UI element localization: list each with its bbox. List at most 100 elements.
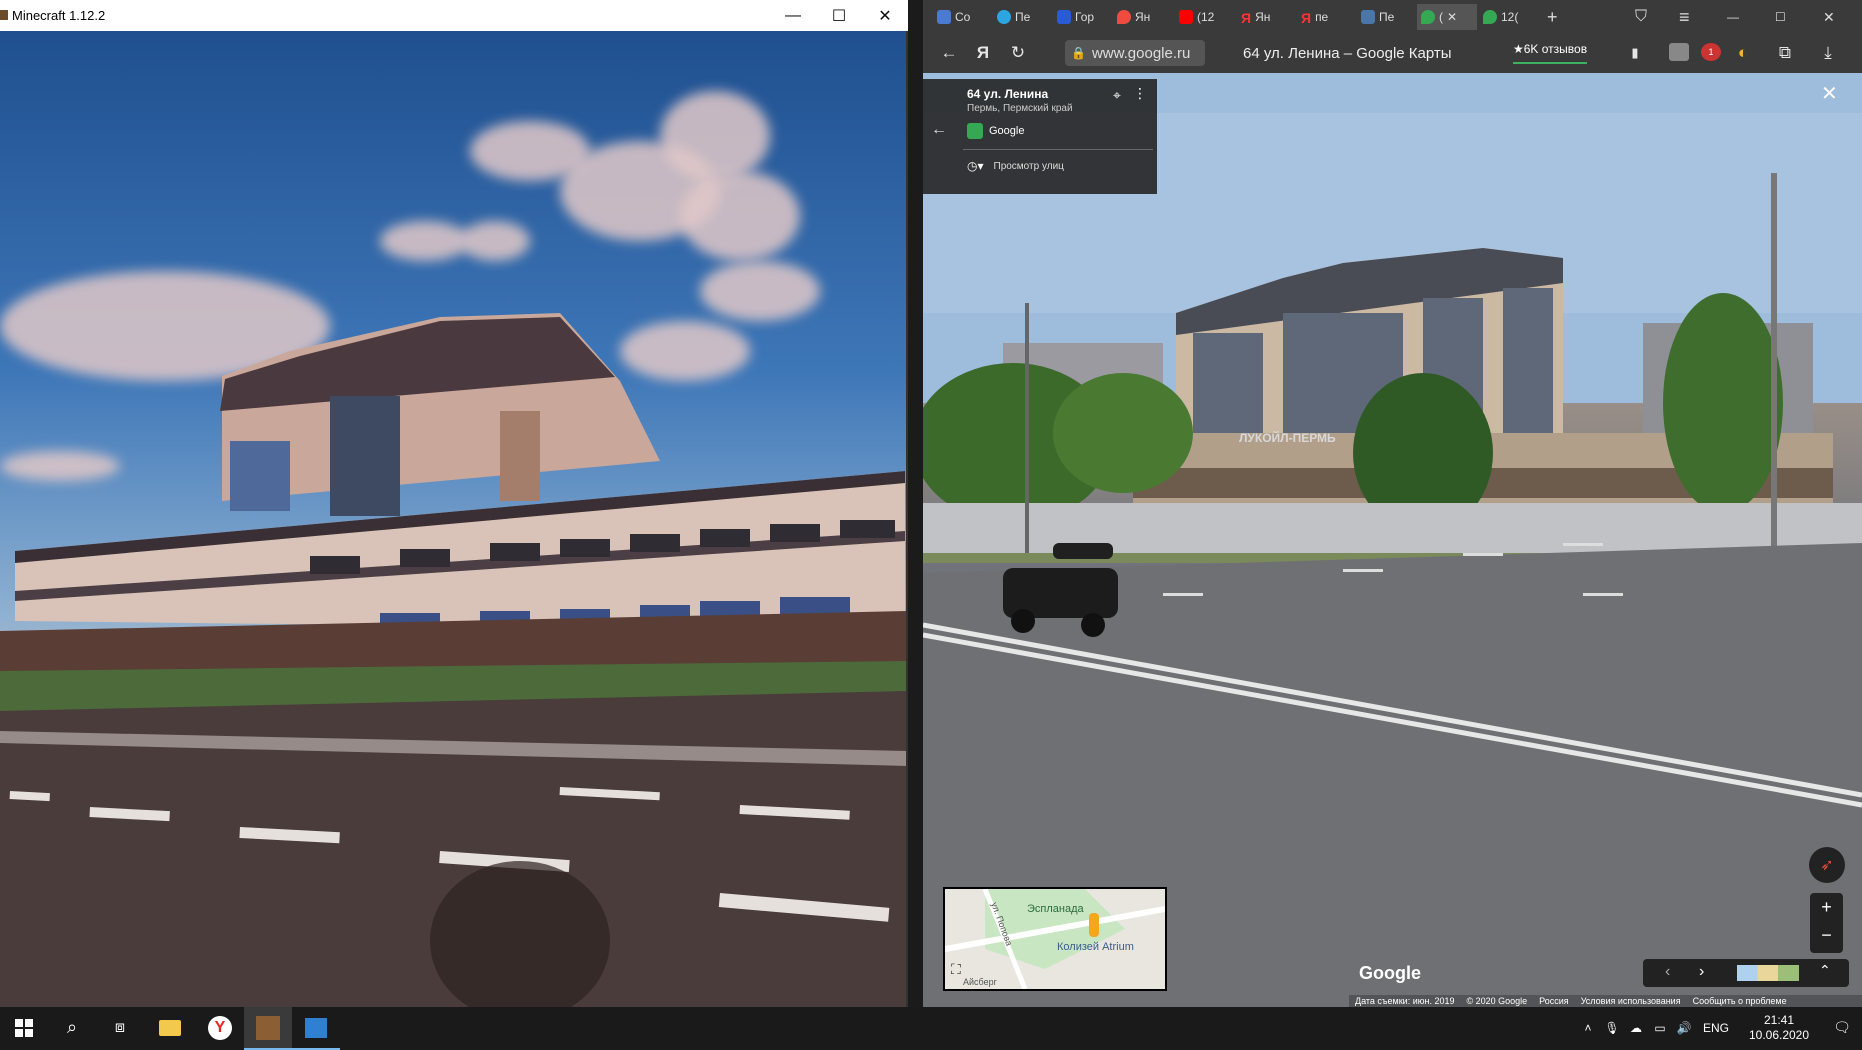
windows-taskbar: ⌕ ⧈ Y ˄ 🎙 ☁ ▭ 🔊 ENG 21:41 10.06.2020 🗨 [0,1007,1862,1050]
volume-icon[interactable]: 🔊 [1672,1021,1696,1035]
new-tab-button[interactable]: + [1547,4,1567,30]
file-explorer-icon[interactable] [146,1007,194,1048]
maximize-button[interactable]: ☐ [1775,4,1795,30]
tab[interactable]: Гор [1057,4,1101,30]
street-view-image [923,73,1862,1007]
reload-button[interactable]: ↻ [1006,41,1030,65]
minecraft-titlebar[interactable]: Minecraft 1.12.2 — ☐ ✕ [0,0,908,31]
compass-icon[interactable]: ➶ [1809,847,1845,883]
extension-icon[interactable]: 1 [1701,43,1721,61]
tab-label: ( [1439,10,1443,24]
extension-icon[interactable]: ◐ [1731,41,1755,65]
start-button[interactable] [0,1007,48,1048]
chevron-left-icon[interactable]: ‹ [1665,963,1670,981]
scrollbar[interactable] [906,31,908,1007]
street-view-panorama[interactable]: ЛУКОЙЛ-ПЕРМЬ ← 64 ул. Ленина Пермь, Перм… [923,73,1862,1007]
capture-date: Дата съемки: июн. 2019 [1355,996,1455,1006]
clock[interactable]: 21:41 10.06.2020 [1736,1013,1822,1043]
google-maps-icon [1483,10,1497,24]
telegram-icon [997,10,1011,24]
back-button[interactable]: ← [937,41,961,65]
more-options-icon[interactable]: ⋮ [1133,85,1147,102]
lock-icon: 🔒 [1071,46,1086,60]
divider [963,149,1153,150]
download-icon[interactable]: ⤓ [1816,41,1840,65]
microphone-icon[interactable]: 🎙 [1600,1021,1624,1035]
task-view-icon[interactable]: ⧈ [96,1007,144,1048]
zoom-out-button[interactable]: − [1810,921,1843,949]
tab[interactable]: 12( [1483,4,1527,30]
mini-map[interactable]: Эспланада ул. Попова Колизей Atrium Айсб… [943,887,1167,991]
language-indicator[interactable]: ENG [1696,1021,1736,1035]
location-pin-icon[interactable]: ⌖ [1113,87,1121,104]
close-tab-icon[interactable]: ✕ [1447,10,1457,24]
network-icon[interactable]: ▭ [1648,1021,1672,1035]
place-name: 64 ул. Ленина [967,87,1049,101]
expand-icon[interactable]: ⌃ [1819,962,1831,979]
tab-label: Co [955,10,971,24]
fullscreen-icon[interactable]: ⛶ [951,961,961,978]
zoom-in-button[interactable]: + [1810,893,1843,921]
page-title: 64 ул. Ленина – Google Карты [1243,45,1452,62]
minecraft-window-title: Minecraft 1.12.2 [12,8,106,23]
tab[interactable]: Я Ян [1241,4,1285,30]
minimize-button[interactable]: — [770,0,816,31]
system-tray: ˄ 🎙 ☁ ▭ 🔊 ENG 21:41 10.06.2020 🗨 [1576,1007,1862,1048]
yandex-icon: Я [1241,10,1252,26]
browser-window: Co Пе Гор Ян (12 Я Ян Я пе Пе (✕ 12(+ … [923,0,1862,1007]
downloads-manager-icon[interactable]: ⧉ [1773,41,1797,65]
cloud-icon[interactable]: ☁ [1624,1021,1648,1035]
tab-bar: Co Пе Гор Ян (12 Я Ян Я пе Пе (✕ 12(+ … [923,0,1862,33]
region-link[interactable]: Россия [1539,996,1569,1006]
menu-icon[interactable]: ≡ [1679,4,1699,30]
google-contributor[interactable]: Google [967,123,1024,139]
photos-taskbar-icon[interactable] [292,1007,340,1050]
building-sign: ЛУКОЙЛ-ПЕРМЬ [1239,431,1336,445]
tab[interactable]: Пе [1361,4,1405,30]
close-street-view-icon[interactable]: ✕ [1821,81,1838,106]
yandex-browser-icon[interactable]: Y [196,1007,244,1048]
extension-icon[interactable] [1669,43,1689,61]
map-label: Колизей Atrium [1057,941,1134,953]
street-view-history[interactable]: ◷▾ Просмотр улиц [967,159,1064,173]
tab-label: Пе [1015,10,1031,24]
map-label: Эспланада [1027,903,1084,915]
tab-label: Ян [1255,10,1271,24]
google-watermark: Google [1359,963,1421,983]
bookmarks-icon[interactable]: ⛉ [1635,4,1655,30]
back-arrow-icon[interactable]: ← [931,121,947,139]
chevron-right-icon[interactable]: › [1699,963,1704,981]
notification-icon[interactable]: 🗨 [1822,1019,1862,1036]
tab-label: (12 [1197,10,1215,24]
site-icon [1057,10,1071,24]
search-icon[interactable]: ⌕ [48,1007,96,1048]
bookmark-icon[interactable]: ▮ [1623,41,1647,65]
maximize-button[interactable]: ☐ [816,0,862,31]
close-button[interactable]: ✕ [862,0,908,31]
tab-active[interactable]: ( ✕ [1417,4,1477,30]
tab[interactable]: (12 [1179,4,1223,30]
address-bar[interactable]: 🔒 www.google.ru [1065,40,1205,66]
map-layer-thumbnails[interactable] [1737,965,1799,981]
tab[interactable]: Пе [997,4,1041,30]
tab[interactable]: Ян [1117,4,1161,30]
minimize-button[interactable]: — [1727,4,1747,30]
minecraft-window: Minecraft 1.12.2 — ☐ ✕ [0,0,908,1007]
yandex-icon: Я [1301,10,1312,26]
zoom-control: + − [1810,893,1843,953]
street-view-nav-bar: ‹ › ⌃ [1643,959,1849,987]
minecraft-game-viewport[interactable] [0,31,908,1007]
tab[interactable]: Я пе [1301,4,1345,30]
minecraft-building [0,313,908,1007]
minecraft-taskbar-icon[interactable] [244,1007,292,1050]
report-problem-link[interactable]: Сообщить о проблеме [1693,996,1787,1006]
close-button[interactable]: ✕ [1823,4,1843,30]
chevron-up-icon[interactable]: ˄ [1576,1021,1600,1035]
reviews-button[interactable]: ★6K отзывов [1513,42,1588,64]
windows-icon [15,1018,33,1037]
terms-link[interactable]: Условия использования [1581,996,1681,1006]
tab[interactable]: Co [937,4,981,30]
map-label: Айсберг [963,977,997,987]
yandex-home-button[interactable]: Я [971,41,995,65]
tab-label: пе [1315,10,1329,24]
